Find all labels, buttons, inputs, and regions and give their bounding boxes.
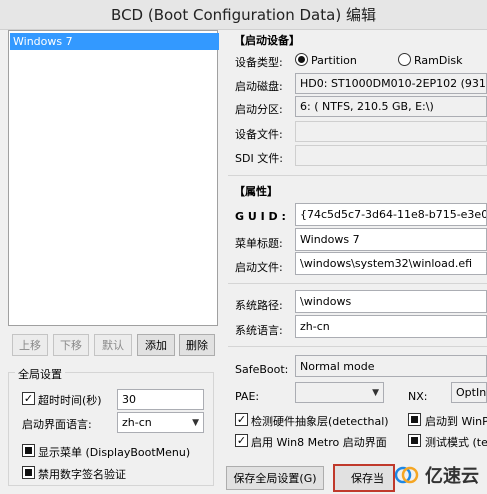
boot-entry-item[interactable]: Windows 7	[10, 33, 219, 50]
safeboot-label: SafeBoot:	[235, 363, 289, 376]
show-menu-label: 显示菜单 (DisplayBootMenu)	[38, 446, 191, 459]
properties-title: 【属性】	[234, 185, 278, 198]
guid-label: G U I D :	[235, 210, 286, 223]
detect-hal-label: 检测硬件抽象层(detecthal)	[251, 415, 389, 428]
pae-select[interactable]: ▼	[295, 382, 384, 403]
show-menu-checkbox[interactable]	[22, 444, 35, 457]
divider	[228, 175, 487, 176]
boot-disk-select[interactable]: HD0: ST1000DM010-2EP102 (931.5 GB	[295, 73, 487, 94]
global-settings-title: 全局设置	[15, 366, 65, 382]
metro-ui-checkbox[interactable]: ✓	[235, 434, 248, 447]
chevron-down-icon: ▼	[372, 387, 379, 398]
boot-file-label: 启动文件:	[235, 261, 283, 274]
watermark-logo: 亿速云	[395, 462, 479, 488]
nx-label: NX:	[408, 390, 428, 403]
divider	[228, 283, 487, 284]
ramdisk-radio[interactable]	[398, 53, 411, 66]
move-up-button[interactable]: 上移	[12, 334, 48, 356]
boot-disk-label: 启动磁盘:	[235, 80, 283, 93]
sdi-file-input[interactable]	[295, 145, 487, 166]
boot-entry-list[interactable]: Windows 7	[8, 30, 219, 326]
boot-ui-lang-value: zh-cn	[122, 416, 152, 429]
timeout-input[interactable]: 30	[117, 389, 204, 410]
ramdisk-radio-label: RamDisk	[414, 54, 463, 67]
system-language-label: 系统语言:	[235, 324, 283, 337]
boot-ui-lang-select[interactable]: zh-cn ▼	[117, 412, 204, 433]
boot-winpe-label: 启动到 WinP	[425, 415, 487, 428]
pae-label: PAE:	[235, 390, 260, 403]
device-type-label: 设备类型:	[235, 56, 283, 69]
move-down-button[interactable]: 下移	[53, 334, 89, 356]
boot-winpe-checkbox[interactable]	[408, 413, 421, 426]
partition-radio-label: Partition	[311, 54, 357, 67]
safeboot-select[interactable]: Normal mode	[295, 355, 487, 377]
device-file-label: 设备文件:	[235, 128, 283, 141]
device-file-input[interactable]	[295, 121, 487, 142]
cloud-logo-icon	[395, 466, 419, 484]
boot-file-input[interactable]: \windows\system32\winload.efi	[295, 252, 487, 275]
save-global-settings-button[interactable]: 保存全局设置(G)	[226, 466, 324, 490]
chevron-down-icon: ▼	[192, 417, 199, 428]
boot-device-title: 【启动设备】	[234, 34, 300, 47]
system-path-label: 系统路径:	[235, 299, 283, 312]
system-path-input[interactable]: \windows	[295, 290, 487, 313]
detect-hal-checkbox[interactable]: ✓	[235, 413, 248, 426]
window-title: BCD (Boot Configuration Data) 编辑	[111, 6, 376, 24]
window-titlebar: BCD (Boot Configuration Data) 编辑	[0, 0, 487, 30]
metro-ui-label: 启用 Win8 Metro 启动界面	[251, 436, 387, 449]
disable-signature-label: 禁用数字签名验证	[38, 468, 126, 481]
set-default-button[interactable]: 默认	[94, 334, 132, 356]
menu-title-label: 菜单标题:	[235, 237, 283, 250]
delete-entry-button[interactable]: 删除	[179, 334, 215, 356]
boot-ui-lang-label: 启动界面语言:	[22, 418, 92, 431]
watermark-text: 亿速云	[425, 466, 479, 487]
partition-radio[interactable]	[295, 53, 308, 66]
nx-select[interactable]: OptIn	[451, 382, 487, 403]
add-entry-button[interactable]: 添加	[137, 334, 175, 356]
timeout-checkbox[interactable]: ✓	[22, 392, 35, 405]
timeout-label: 超时时间(秒)	[38, 394, 102, 407]
guid-input[interactable]: {74c5d5c7-3d64-11e8-b715-e3e020110	[295, 203, 487, 226]
sdi-file-label: SDI 文件:	[235, 152, 283, 165]
boot-partition-select[interactable]: 6: ( NTFS, 210.5 GB, E:\)	[295, 96, 487, 117]
test-mode-label: 测试模式 (te	[425, 436, 487, 449]
boot-partition-label: 启动分区:	[235, 103, 283, 116]
save-current-button[interactable]: 保存当	[333, 464, 395, 492]
disable-signature-checkbox[interactable]	[22, 466, 35, 479]
divider	[228, 346, 487, 347]
system-language-input[interactable]: zh-cn	[295, 315, 487, 338]
test-mode-checkbox[interactable]	[408, 434, 421, 447]
menu-title-input[interactable]: Windows 7	[295, 228, 487, 251]
